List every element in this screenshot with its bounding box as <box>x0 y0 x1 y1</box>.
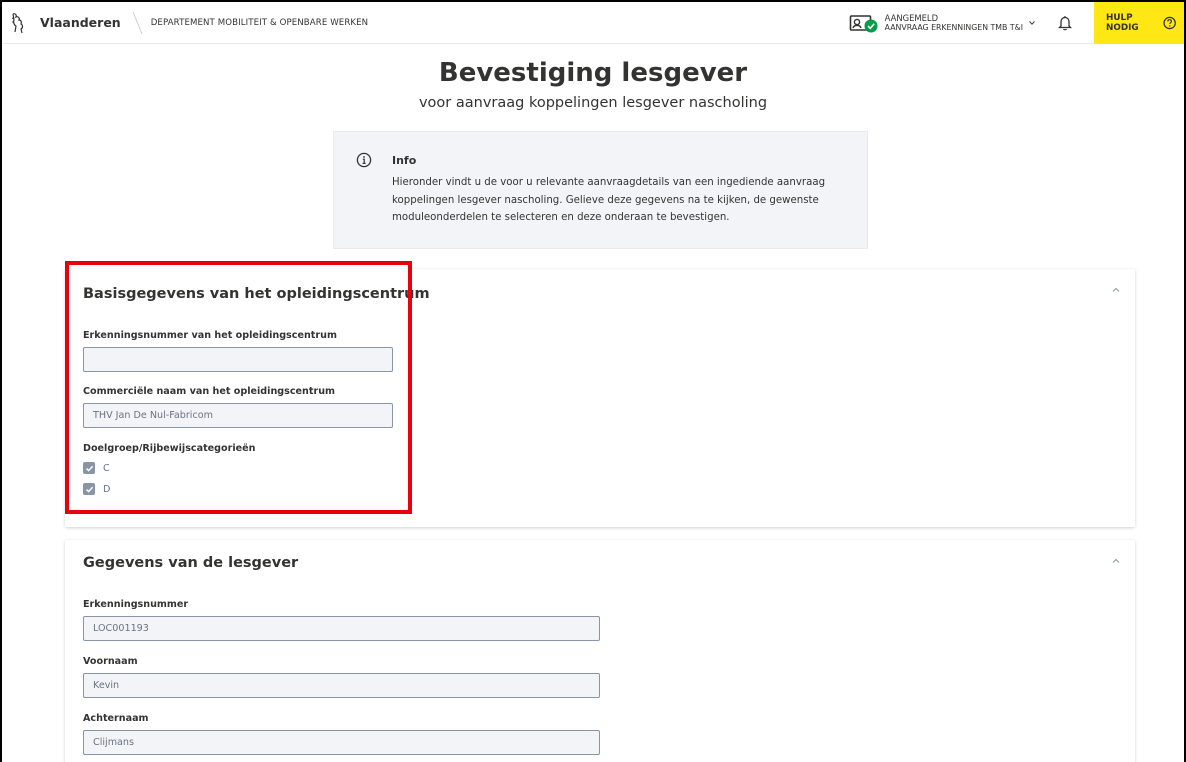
app-frame: Vlaanderen DEPARTEMENT MOBILITEIT & OPEN… <box>0 0 1186 762</box>
brand-separator <box>132 11 143 34</box>
oc-erkenningsnummer-label: Erkenningsnummer van het opleidingscentr… <box>83 330 337 341</box>
header-right: AANGEMELD AANVRAAG ERKENNINGEN TMB T&I H… <box>849 2 1184 44</box>
oc-erkenningsnummer-field[interactable] <box>83 347 393 372</box>
category-d-checkbox-row[interactable]: D <box>83 483 110 495</box>
category-d-checkbox[interactable] <box>83 483 95 495</box>
flemish-lion-icon <box>11 12 24 33</box>
question-icon <box>1163 16 1176 29</box>
doelgroep-label: Doelgroep/Rijbewijscategorieën <box>83 443 256 454</box>
check-icon <box>85 465 93 472</box>
info-box: Info Hieronder vindt u de voor u relevan… <box>333 131 868 249</box>
page-title: Bevestiging lesgever <box>438 58 748 88</box>
department-name: DEPARTEMENT MOBILITEIT & OPENBARE WERKEN <box>150 17 369 28</box>
achternaam-field[interactable]: Clijmans <box>83 730 600 755</box>
lesgever-erkenningsnummer-label: Erkenningsnummer <box>83 599 189 610</box>
info-title: Info <box>392 154 417 167</box>
lesgever-title: Gegevens van de lesgever <box>83 555 299 571</box>
lesgever-card: Gegevens van de lesgever Erkenningsnumme… <box>65 540 1135 762</box>
voornaam-label: Voornaam <box>83 656 138 667</box>
lesgever-erkenningsnummer-field[interactable]: LOC001193 <box>83 616 600 641</box>
user-role: AANVRAAG ERKENNINGEN TMB T&I <box>884 22 1023 32</box>
chevron-down-icon <box>1029 20 1035 25</box>
user-status: AANGEMELD <box>884 12 939 23</box>
bell-icon[interactable] <box>1058 15 1072 31</box>
brand[interactable]: Vlaanderen DEPARTEMENT MOBILITEIT & OPEN… <box>2 2 368 44</box>
page-subtitle: voor aanvraag koppelingen lesgever nasch… <box>418 95 768 111</box>
voornaam-field[interactable]: Kevin <box>83 673 600 698</box>
check-icon <box>85 486 93 493</box>
category-c-checkbox-row[interactable]: C <box>83 462 110 474</box>
chevron-up-icon[interactable] <box>1111 286 1121 294</box>
achternaam-label: Achternaam <box>83 713 149 724</box>
commerciele-naam-field[interactable]: THV Jan De Nul-Fabricom <box>83 403 393 428</box>
chevron-up-icon[interactable] <box>1111 557 1121 565</box>
category-d-label: D <box>103 483 111 495</box>
category-c-label: C <box>103 462 110 474</box>
info-text: Hieronder vindt u de voor u relevante aa… <box>392 177 826 223</box>
info-icon <box>356 152 372 168</box>
user-menu[interactable]: AANGEMELD AANVRAAG ERKENNINGEN TMB T&I <box>849 12 1036 34</box>
user-logged-in-icon <box>849 14 878 32</box>
header: Vlaanderen DEPARTEMENT MOBILITEIT & OPEN… <box>2 2 1184 44</box>
brand-name: Vlaanderen <box>40 15 121 30</box>
category-c-checkbox[interactable] <box>83 462 95 474</box>
help-label: HULP NODIG <box>1106 12 1139 33</box>
basisgegevens-title: Basisgegevens van het opleidingscentrum <box>83 286 430 302</box>
basisgegevens-card: Basisgegevens van het opleidingscentrum … <box>65 269 1135 527</box>
commerciele-naam-label: Commerciële naam van het opleidingscentr… <box>83 386 336 397</box>
help-button[interactable]: HULP NODIG <box>1094 2 1184 44</box>
